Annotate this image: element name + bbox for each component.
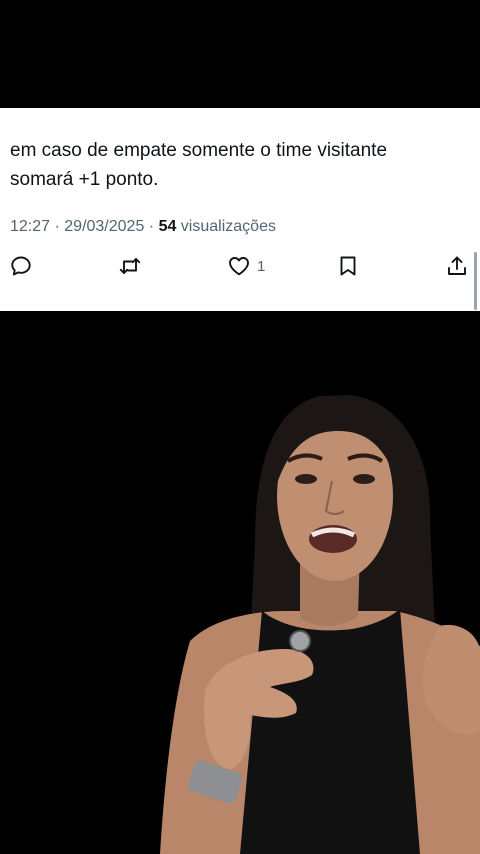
bookmark-icon bbox=[340, 256, 356, 276]
retweet-button[interactable] bbox=[118, 251, 142, 281]
like-button[interactable]: 1 bbox=[227, 251, 265, 281]
tweet-card: em caso de empate somente o time visitan… bbox=[0, 108, 480, 311]
tweet-time[interactable]: 12:27 bbox=[10, 218, 50, 235]
reply-icon bbox=[11, 256, 31, 276]
video-frame-person bbox=[160, 395, 480, 854]
tweet-text: em caso de empate somente o time visitan… bbox=[10, 136, 450, 194]
tweet-meta: 12:27 · 29/03/2025 · 54 visualizações bbox=[10, 218, 276, 236]
like-count: 1 bbox=[257, 257, 266, 275]
video-top-letterbox bbox=[0, 0, 480, 108]
bookmark-button[interactable] bbox=[336, 251, 360, 281]
heart-icon bbox=[229, 257, 249, 276]
tweet-text-line-1: em caso de empate somente o time visitan… bbox=[10, 140, 388, 161]
views-count: 54 bbox=[158, 218, 177, 235]
tweet-text-line-2: somará +1 ponto. bbox=[10, 169, 159, 190]
meta-separator: · bbox=[144, 218, 159, 235]
scrollbar-thumb[interactable] bbox=[474, 252, 477, 310]
retweet-icon bbox=[119, 258, 141, 274]
video-player[interactable] bbox=[0, 311, 480, 854]
share-button[interactable] bbox=[445, 251, 469, 281]
views-label: visualizações bbox=[176, 218, 276, 235]
tweet-actions-bar: 1 bbox=[0, 251, 480, 281]
tweet-date[interactable]: 29/03/2025 bbox=[64, 218, 144, 235]
meta-separator: · bbox=[50, 218, 65, 235]
share-icon bbox=[448, 256, 466, 275]
reply-button[interactable] bbox=[9, 251, 33, 281]
